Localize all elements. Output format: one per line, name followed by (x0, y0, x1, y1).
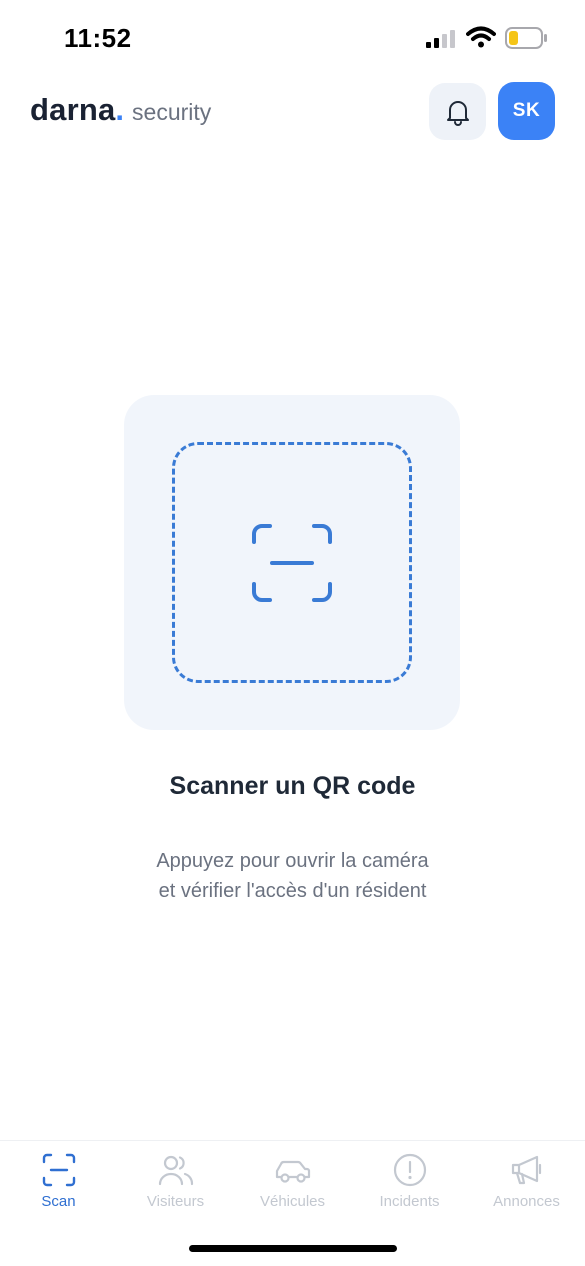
battery-icon (505, 27, 547, 49)
scan-description: Appuyez pour ouvrir la caméra et vérifie… (0, 846, 585, 906)
car-icon (275, 1160, 310, 1183)
nav-item-visiteurs[interactable]: Visiteurs (117, 1153, 234, 1223)
wifi-icon (466, 26, 496, 48)
bell-icon (446, 100, 469, 126)
scan-icon (42, 1153, 75, 1187)
brand-subtitle: security (132, 99, 212, 125)
brand-dot: . (115, 92, 125, 127)
cellular-signal-icon (426, 30, 455, 48)
nav-label-vehicules: Véhicules (259, 1193, 326, 1210)
app-header: darna . security SK (0, 80, 585, 144)
user-avatar-button[interactable]: SK (498, 82, 555, 140)
status-time: 11:52 (64, 23, 132, 53)
brand-logo: darna . security (30, 92, 211, 128)
nav-label-incidents: Incidents (379, 1193, 440, 1210)
nav-item-scan[interactable]: Scan (0, 1153, 117, 1223)
home-indicator[interactable] (189, 1245, 397, 1252)
brand-name: darna (30, 92, 116, 127)
scan-description-line-2: et vérifier l'accès d'un résident (158, 880, 427, 902)
scan-icon (252, 524, 332, 602)
status-bar: 11:52 (0, 0, 585, 78)
scan-description-line-1: Appuyez pour ouvrir la caméra (156, 850, 429, 872)
notifications-button[interactable] (429, 83, 486, 140)
nav-item-incidents[interactable]: Incidents (351, 1153, 468, 1223)
app-screen: 11:52 darna . security SK Scanner un QR … (0, 0, 585, 1266)
nav-item-vehicules[interactable]: Véhicules (234, 1153, 351, 1223)
nav-label-annonces: Annonces (493, 1193, 560, 1210)
scan-qr-card[interactable] (124, 395, 460, 730)
alert-circle-icon (393, 1153, 426, 1187)
megaphone-icon (511, 1155, 541, 1185)
nav-label-visiteurs: Visiteurs (146, 1193, 205, 1210)
nav-item-annonces[interactable]: Annonces (468, 1153, 585, 1223)
scan-title: Scanner un QR code (169, 772, 416, 800)
nav-label-scan: Scan (41, 1193, 76, 1210)
users-icon (158, 1155, 193, 1186)
